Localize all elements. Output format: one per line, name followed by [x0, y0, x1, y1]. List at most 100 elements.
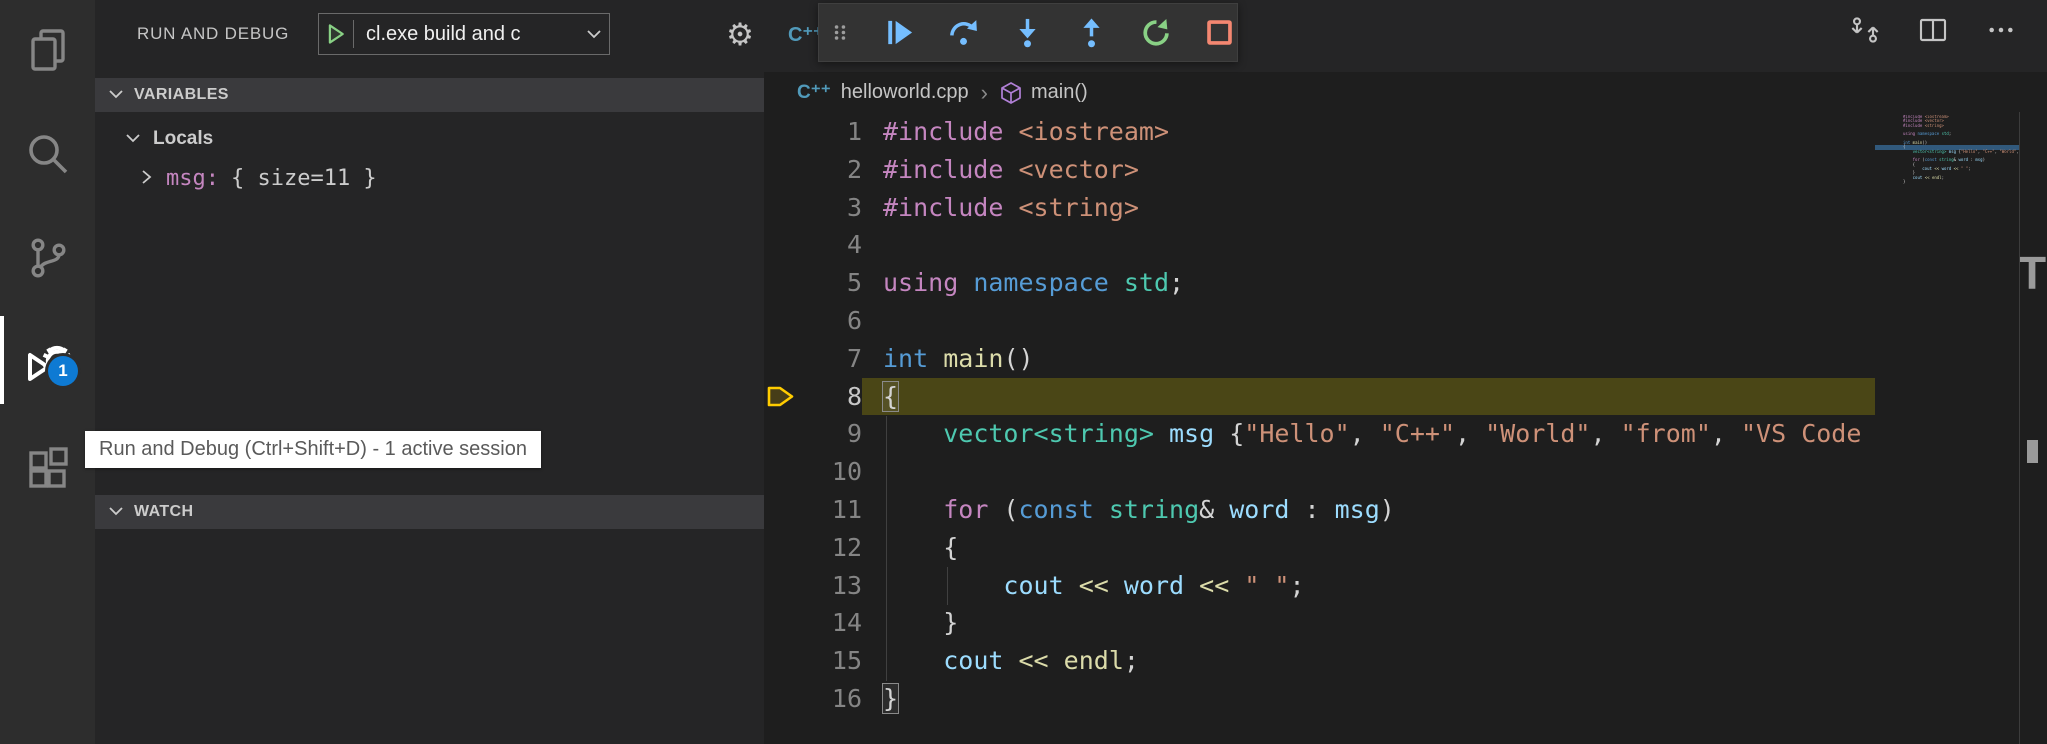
code-line-text: #include <string>	[862, 189, 1875, 227]
code-line[interactable]: 11 for (const string& word : msg)	[764, 491, 1875, 529]
open-changes-icon[interactable]	[1849, 14, 1881, 51]
code-line-text: #include <vector>	[862, 151, 1875, 189]
files-icon	[24, 26, 72, 79]
code-line[interactable]: 9 vector<string> msg {"Hello", "C++", "W…	[764, 415, 1875, 453]
breadcrumb-separator: ›	[981, 80, 988, 106]
sidebar-title: RUN AND DEBUG	[137, 24, 289, 44]
watch-section-header[interactable]: WATCH	[95, 495, 764, 529]
adjacent-editor-text: T	[2020, 250, 2046, 296]
sidebar-item-extensions[interactable]	[0, 432, 95, 512]
code-line-text: }	[862, 604, 1875, 642]
code-line[interactable]: 15 cout << endl;	[764, 642, 1875, 680]
code-line-text: vector<string> msg {"Hello", "C++", "Wor…	[862, 415, 1875, 453]
adjacent-editor-cursor-block	[2027, 440, 2038, 463]
line-number[interactable]: 1	[764, 113, 862, 151]
chevron-right-icon[interactable]	[141, 166, 152, 191]
chevron-down-icon	[108, 503, 124, 521]
breadcrumb-symbol[interactable]: main()	[1031, 81, 1088, 104]
breadcrumb: C⁺⁺ helloworld.cpp › main()	[764, 72, 2019, 113]
line-number[interactable]: 5	[764, 264, 862, 302]
code-line[interactable]: 16}	[764, 680, 1875, 718]
step-into-button[interactable]	[1012, 17, 1043, 48]
source-control-icon	[24, 234, 72, 287]
toolbar-gripper-icon[interactable]	[829, 17, 851, 48]
code-line-text: {	[862, 529, 1875, 567]
line-number[interactable]: 3	[764, 189, 862, 227]
variable-name: msg:	[166, 166, 219, 191]
launch-config-control[interactable]: cl.exe build and c	[318, 13, 610, 55]
symbol-cube-icon	[1000, 81, 1022, 105]
line-number[interactable]: 6	[764, 302, 862, 340]
debug-session-badge: 1	[48, 356, 78, 386]
code-line[interactable]: 6	[764, 302, 1875, 340]
restart-button[interactable]	[1140, 17, 1171, 48]
code-line[interactable]: 8{	[764, 378, 1875, 416]
indent-guide	[947, 567, 948, 605]
code-line[interactable]: 2#include <vector>	[764, 151, 1875, 189]
code-line[interactable]: 5using namespace std;	[764, 264, 1875, 302]
line-number[interactable]: 4	[764, 226, 862, 264]
current-stackframe-arrow-icon	[766, 384, 796, 414]
continue-button[interactable]	[884, 17, 915, 48]
line-number[interactable]: 12	[764, 529, 862, 567]
line-number[interactable]: 15	[764, 642, 862, 680]
code-line[interactable]: 7int main()	[764, 340, 1875, 378]
chevron-down-icon[interactable]	[579, 29, 609, 39]
variables-section-header[interactable]: VARIABLES	[95, 78, 764, 112]
line-number[interactable]: 10	[764, 453, 862, 491]
extensions-icon	[24, 446, 72, 499]
code-line-text: cout << word << " ";	[862, 567, 1875, 605]
gear-icon[interactable]: ⚙	[721, 16, 759, 54]
sidebar-item-source-control[interactable]	[0, 220, 95, 300]
indent-guide	[886, 416, 887, 681]
line-number[interactable]: 2	[764, 151, 862, 189]
code-line[interactable]: 3#include <string>	[764, 189, 1875, 227]
line-number[interactable]: 16	[764, 680, 862, 718]
activity-bar: 1	[0, 0, 95, 744]
code-line-text: #include <iostream>	[862, 113, 1875, 151]
minimap[interactable]: #include <iostream>#include <vector>#inc…	[1875, 115, 2019, 205]
minimap-line: }	[1875, 180, 2019, 184]
code-line[interactable]: 1#include <iostream>	[764, 113, 1875, 151]
sidebar-item-run-and-debug[interactable]	[0, 322, 95, 402]
variable-row-msg[interactable]: msg: { size=11 }	[95, 160, 764, 196]
code-line-text: for (const string& word : msg)	[862, 491, 1875, 529]
stop-button[interactable]	[1204, 17, 1235, 48]
breadcrumb-file[interactable]: helloworld.cpp	[841, 81, 969, 104]
split-editor-icon[interactable]	[1917, 14, 1949, 51]
minimap-line-text: }	[1882, 179, 1905, 184]
code-line[interactable]: 12 {	[764, 529, 1875, 567]
line-number[interactable]: 14	[764, 604, 862, 642]
more-actions-icon[interactable]	[1985, 14, 2017, 51]
line-number[interactable]: 7	[764, 340, 862, 378]
code-line[interactable]: 14 }	[764, 604, 1875, 642]
step-out-button[interactable]	[1076, 17, 1107, 48]
code-line[interactable]: 10	[764, 453, 1875, 491]
code-line-text	[862, 453, 1875, 491]
line-number[interactable]: 11	[764, 491, 862, 529]
sidebar-item-explorer[interactable]	[0, 12, 95, 92]
sidebar-item-search[interactable]	[0, 116, 95, 196]
code-line-text: {	[862, 378, 1875, 416]
chevron-down-icon	[125, 130, 141, 148]
line-number[interactable]: 9	[764, 415, 862, 453]
code-line[interactable]: 13 cout << word << " ";	[764, 567, 1875, 605]
watch-section-label: WATCH	[134, 503, 193, 521]
search-icon	[24, 130, 72, 183]
code-line-text: cout << endl;	[862, 642, 1875, 680]
code-line-text: using namespace std;	[862, 264, 1875, 302]
vscode-window: 1 RUN AND DEBUG cl.exe build and c	[0, 0, 2047, 744]
variables-section-label: VARIABLES	[134, 86, 229, 104]
editor-actions	[1849, 14, 2017, 51]
chevron-down-icon	[108, 86, 124, 104]
tooltip: Run and Debug (Ctrl+Shift+D) - 1 active …	[85, 431, 541, 468]
line-number[interactable]: 13	[764, 567, 862, 605]
code-editor[interactable]: 1#include <iostream>2#include <vector>3#…	[764, 113, 1875, 719]
start-debugging-button[interactable]	[319, 20, 354, 48]
code-line[interactable]: 4	[764, 226, 1875, 264]
code-line-text: }	[862, 680, 1875, 718]
launch-config-dropdown[interactable]: cl.exe build and c	[354, 23, 579, 46]
locals-scope-row[interactable]: Locals	[95, 122, 764, 156]
code-line-text	[862, 302, 1875, 340]
step-over-button[interactable]	[948, 17, 979, 48]
